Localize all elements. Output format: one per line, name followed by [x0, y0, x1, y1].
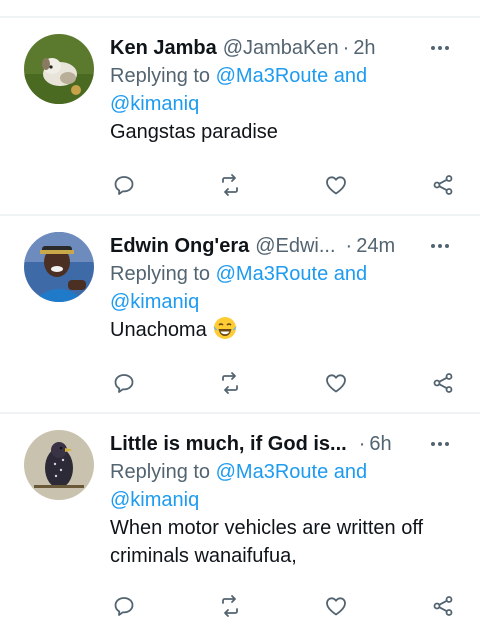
replying-to: Replying to @Ma3Route and @kimaniq: [110, 260, 460, 316]
tweet-header: Edwin Ong'era @Edwi... · 24m: [110, 232, 460, 260]
reply-icon[interactable]: [110, 592, 138, 620]
dog-avatar-image: [24, 34, 94, 104]
replying-and[interactable]: and: [334, 461, 367, 483]
like-icon[interactable]: [322, 171, 350, 199]
divider-top: [0, 16, 480, 18]
replying-prefix: Replying to: [110, 65, 211, 87]
share-icon[interactable]: [429, 592, 457, 620]
divider: [0, 214, 480, 216]
avatar-edwin[interactable]: [24, 232, 94, 302]
timestamp[interactable]: 2h: [353, 37, 375, 59]
tweet-text: Unachoma: [110, 316, 460, 348]
replying-to: Replying to @Ma3Route and @kimaniq: [110, 62, 460, 118]
reply-icon[interactable]: [110, 171, 138, 199]
share-icon[interactable]: [429, 171, 457, 199]
replying-prefix: Replying to: [110, 461, 211, 483]
display-name[interactable]: Ken Jamba: [110, 37, 217, 59]
more-icon[interactable]: [428, 232, 452, 260]
retweet-icon[interactable]: [216, 369, 244, 397]
mention-link[interactable]: @kimaniq: [110, 93, 199, 115]
replying-to: Replying to @Ma3Route and @kimaniq: [110, 458, 460, 514]
mention-link[interactable]: @kimaniq: [110, 489, 199, 511]
replying-and[interactable]: and: [334, 65, 367, 87]
action-bar: [110, 171, 460, 199]
mention-link[interactable]: @Ma3Route: [216, 263, 329, 285]
tweet-header: Ken Jamba @JambaKen · 2h: [110, 34, 460, 62]
mention-link[interactable]: @Ma3Route: [216, 461, 329, 483]
action-bar: [110, 369, 460, 397]
separator-dot: ·: [358, 433, 366, 455]
tweet-text: Gangstas paradise: [110, 121, 278, 143]
retweet-icon[interactable]: [216, 171, 244, 199]
timestamp[interactable]: 24m: [356, 235, 395, 257]
separator-dot: ·: [342, 37, 350, 59]
mention-link[interactable]: @Ma3Route: [216, 65, 329, 87]
separator-dot: ·: [345, 235, 353, 257]
user-handle[interactable]: @JambaKen: [223, 37, 339, 59]
tweet-text-content: Unachoma: [110, 319, 207, 341]
display-name[interactable]: Little is much, if God is...: [110, 433, 347, 455]
mention-link[interactable]: @kimaniq: [110, 291, 199, 313]
replying-prefix: Replying to: [110, 263, 211, 285]
person-avatar-image: [24, 232, 94, 302]
divider: [0, 412, 480, 414]
face-with-tears-of-joy-icon: [212, 316, 238, 348]
retweet-icon[interactable]: [216, 592, 244, 620]
bird-avatar-image: [24, 430, 94, 500]
share-icon[interactable]: [429, 369, 457, 397]
timestamp[interactable]: 6h: [369, 433, 391, 455]
tweet-header: Little is much, if God is... · 6h: [110, 430, 460, 458]
replying-and[interactable]: and: [334, 263, 367, 285]
display-name[interactable]: Edwin Ong'era: [110, 235, 249, 257]
tweet-text: When motor vehicles are written off crim…: [110, 514, 460, 570]
avatar-little-is-much[interactable]: [24, 430, 94, 500]
reply-icon[interactable]: [110, 369, 138, 397]
more-icon[interactable]: [428, 34, 452, 62]
like-icon[interactable]: [322, 592, 350, 620]
avatar-ken-jamba[interactable]: [24, 34, 94, 104]
action-bar: [110, 592, 460, 620]
user-handle[interactable]: @Edwi...: [255, 235, 335, 257]
tweet-text-line: When motor vehicles are written off: [110, 517, 424, 539]
tweet-text-line: criminals wanaifufua,: [110, 545, 297, 567]
more-icon[interactable]: [428, 430, 452, 458]
like-icon[interactable]: [322, 369, 350, 397]
